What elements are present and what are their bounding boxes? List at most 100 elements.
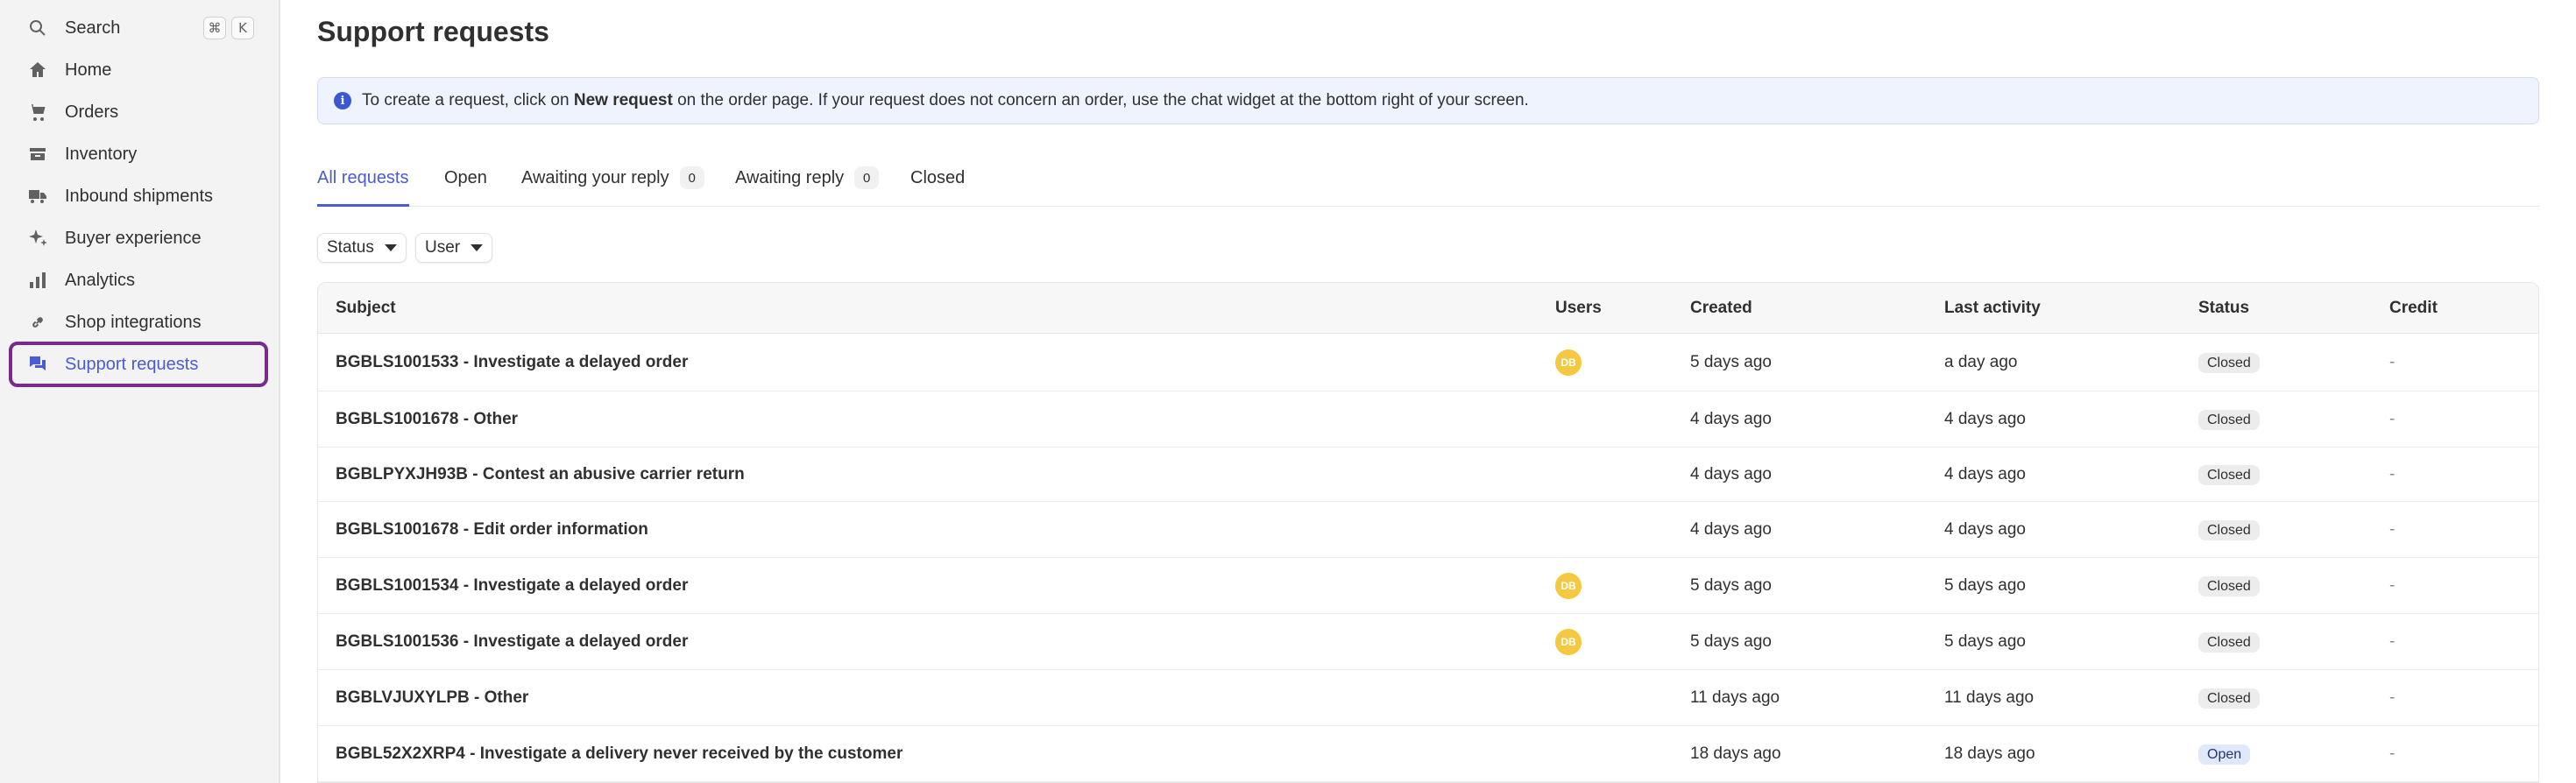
- request-subject-link[interactable]: BGBLS1001534 - Investigate a delayed ord…: [336, 576, 688, 596]
- sidebar-item-shop-integrations[interactable]: Shop integrations: [9, 303, 268, 342]
- table-row[interactable]: BGBLS1001534 - Investigate a delayed ord…: [318, 558, 2538, 614]
- request-subject-link[interactable]: BGBLS1001536 - Investigate a delayed ord…: [336, 632, 688, 652]
- last-activity-date: 18 days ago: [1944, 744, 2035, 763]
- tab-label: All requests: [317, 168, 409, 187]
- sidebar-item-home[interactable]: Home: [9, 51, 268, 89]
- caret-down-icon: [384, 244, 397, 251]
- last-activity-date: 4 days ago: [1944, 519, 2026, 539]
- chat-icon: [26, 353, 49, 376]
- sidebar-item-orders[interactable]: Orders: [9, 93, 268, 131]
- column-header-users[interactable]: Users: [1555, 299, 1602, 318]
- status-badge: Closed: [2198, 464, 2260, 485]
- credit-value: -: [2389, 575, 2396, 595]
- last-activity-date: 5 days ago: [1944, 575, 2026, 595]
- status-badge: Closed: [2198, 631, 2260, 652]
- tab-label: Open: [444, 168, 487, 187]
- status-badge: Closed: [2198, 688, 2260, 709]
- column-header-subject[interactable]: Subject: [336, 299, 396, 318]
- request-subject-link[interactable]: BGBLS1001678 - Other: [336, 410, 518, 429]
- column-header-created[interactable]: Created: [1690, 299, 1752, 318]
- tab-all-requests[interactable]: All requests: [317, 168, 409, 207]
- bar-chart-icon: [26, 269, 49, 292]
- sidebar-item-label: Support requests: [65, 354, 199, 374]
- sidebar-item-label: Inbound shipments: [65, 186, 214, 206]
- request-subject-link[interactable]: BGBLPYXJH93B - Contest an abusive carrie…: [336, 465, 745, 484]
- created-date: 18 days ago: [1690, 744, 1781, 763]
- tab-label: Awaiting reply: [735, 168, 845, 187]
- sidebar-item-buyer-experience[interactable]: Buyer experience: [9, 219, 268, 257]
- sidebar-item-label: Shop integrations: [65, 312, 202, 332]
- tab-awaiting-reply[interactable]: Awaiting reply 0: [735, 166, 880, 207]
- sidebar-item-inventory[interactable]: Inventory: [9, 135, 268, 173]
- table-row[interactable]: BGBLS1001678 - Other 4 days ago 4 days ago…: [318, 392, 2538, 448]
- status-badge: Closed: [2198, 575, 2260, 596]
- home-icon: [26, 59, 49, 81]
- status-badge-label: Closed: [2198, 352, 2260, 373]
- status-badge-label: Closed: [2198, 631, 2260, 652]
- status-filter-button[interactable]: Status: [317, 233, 407, 263]
- page-title: Support requests: [317, 16, 549, 47]
- last-activity-date: a day ago: [1944, 352, 2018, 371]
- request-tabs: All requests Open Awaiting your reply 0 …: [317, 158, 2539, 207]
- table-row[interactable]: BGBLVJUXYLPB - Other 11 days ago 11 days a…: [318, 670, 2538, 726]
- requests-table: Subject Users Created Last activity Stat…: [317, 282, 2539, 783]
- inventory-icon: [26, 143, 49, 166]
- request-subject-link[interactable]: BGBLS1001533 - Investigate a delayed ord…: [336, 353, 688, 372]
- status-badge: Closed: [2198, 409, 2260, 430]
- table-row[interactable]: BGBLS1001536 - Investigate a delayed ord…: [318, 614, 2538, 670]
- created-date: 4 days ago: [1690, 519, 1772, 539]
- sidebar-item-label: Analytics: [65, 270, 136, 290]
- created-date: 5 days ago: [1690, 631, 1772, 651]
- table-row[interactable]: BGBLPYXJH93B - Contest an abusive carrie…: [318, 448, 2538, 502]
- table-row[interactable]: BGBLS1001678 - Edit order information 4 d…: [318, 502, 2538, 558]
- table-row[interactable]: BGBLS1001533 - Investigate a delayed ord…: [318, 334, 2538, 392]
- created-date: 4 days ago: [1690, 464, 1772, 483]
- sidebar-item-label: Buyer experience: [65, 228, 202, 248]
- user-filter-label: User: [425, 238, 461, 257]
- status-badge-label: Closed: [2198, 519, 2260, 540]
- sidebar-search[interactable]: Search ⌘ K: [9, 9, 268, 47]
- tab-awaiting-your-reply[interactable]: Awaiting your reply 0: [521, 166, 704, 207]
- status-badge: Closed: [2198, 519, 2260, 540]
- last-activity-date: 4 days ago: [1944, 464, 2026, 483]
- sparkle-icon: [26, 227, 49, 250]
- table-header: Subject Users Created Last activity Stat…: [318, 283, 2538, 334]
- last-activity-date: 11 days ago: [1944, 688, 2035, 707]
- tab-open[interactable]: Open: [444, 168, 487, 207]
- user-filter-button[interactable]: User: [415, 233, 493, 263]
- credit-value: -: [2389, 688, 2396, 707]
- shortcut-cmd-key: ⌘: [203, 17, 226, 39]
- credit-value: -: [2389, 744, 2396, 763]
- created-date: 11 days ago: [1690, 688, 1780, 707]
- search-label: Search: [65, 18, 121, 38]
- sidebar-item-analytics[interactable]: Analytics: [9, 261, 268, 300]
- credit-value: -: [2389, 409, 2396, 428]
- column-header-credit[interactable]: Credit: [2389, 299, 2438, 318]
- truck-icon: [26, 185, 49, 208]
- tab-closed[interactable]: Closed: [910, 168, 965, 207]
- column-header-last-activity[interactable]: Last activity: [1944, 299, 2041, 318]
- banner-text: To create a request, click on New reques…: [362, 91, 1529, 110]
- status-badge: Open: [2198, 744, 2251, 765]
- request-subject-link[interactable]: BGBLVJUXYLPB - Other: [336, 688, 528, 708]
- tab-count-badge: 0: [854, 166, 880, 189]
- search-icon: [26, 17, 49, 39]
- last-activity-date: 5 days ago: [1944, 631, 2026, 651]
- status-badge-label: Closed: [2198, 575, 2260, 596]
- status-badge-label: Closed: [2198, 464, 2260, 485]
- caret-down-icon: [471, 244, 484, 251]
- user-avatar: DB: [1555, 572, 1582, 599]
- table-row[interactable]: BGBL52X2XRP4 - Investigate a delivery ne…: [318, 726, 2538, 782]
- status-badge: Closed: [2198, 352, 2260, 373]
- avatar-initials: DB: [1555, 628, 1582, 655]
- sidebar-item-inbound-shipments[interactable]: Inbound shipments: [9, 177, 268, 215]
- user-avatar: DB: [1555, 628, 1582, 655]
- avatar-initials: DB: [1555, 572, 1582, 599]
- request-subject-link[interactable]: BGBL52X2XRP4 - Investigate a delivery ne…: [336, 744, 902, 764]
- created-date: 5 days ago: [1690, 352, 1772, 371]
- credit-value: -: [2389, 631, 2396, 651]
- request-subject-link[interactable]: BGBLS1001678 - Edit order information: [336, 520, 648, 540]
- banner-text-bold: New request: [573, 91, 673, 109]
- column-header-status[interactable]: Status: [2198, 299, 2249, 318]
- sidebar-item-support-requests[interactable]: Support requests: [9, 342, 268, 387]
